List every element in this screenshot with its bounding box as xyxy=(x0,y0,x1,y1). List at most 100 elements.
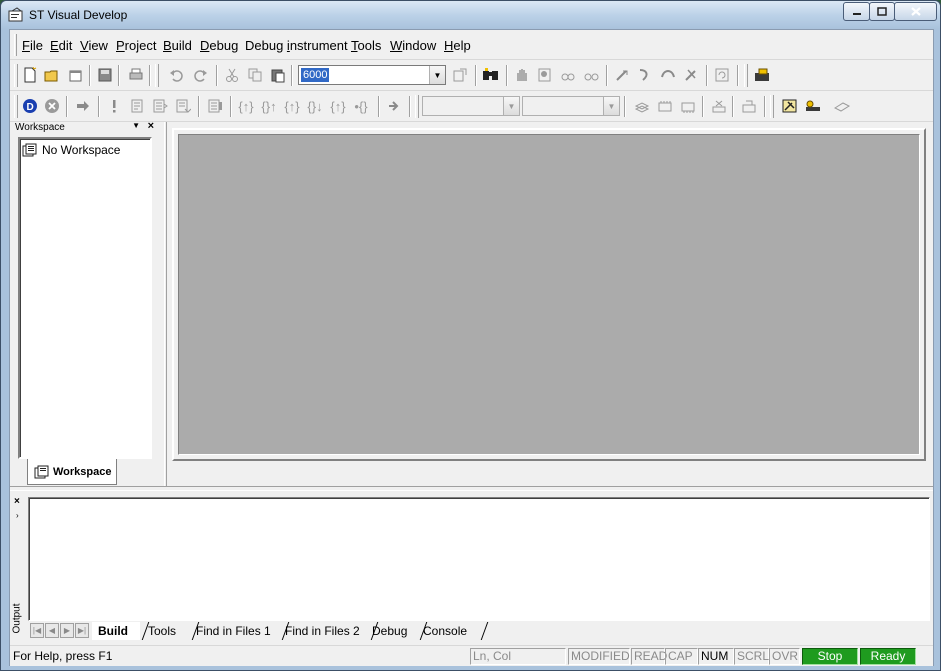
output-text-area[interactable] xyxy=(28,497,930,621)
mdi-client-area[interactable] xyxy=(178,134,920,455)
run-to-cursor-button[interactable] xyxy=(612,65,632,85)
workspace-tab[interactable]: Workspace xyxy=(27,459,117,485)
close-icon[interactable]: × xyxy=(148,120,154,132)
reset-button[interactable] xyxy=(127,96,147,116)
toolbar-grip[interactable] xyxy=(415,95,419,118)
menu-debug-instrument[interactable]: Debug instrument xyxy=(245,38,348,53)
stop-hand-button[interactable] xyxy=(512,65,532,85)
chevron-right-icon[interactable]: › xyxy=(16,511,19,520)
start-debug-button[interactable]: D xyxy=(20,96,40,116)
status-modified: MODIFIED xyxy=(568,648,630,665)
peripherals-button[interactable] xyxy=(678,96,698,116)
undo-button[interactable] xyxy=(167,65,187,85)
minimize-button[interactable] xyxy=(843,2,870,21)
open-file-button[interactable] xyxy=(42,65,62,85)
next-tab-button[interactable]: ▶ xyxy=(60,623,74,638)
run-button[interactable] xyxy=(73,96,93,116)
output-tab-find-in-files-2[interactable]: Find in Files 2 xyxy=(279,622,379,640)
workspace-tree[interactable]: No Workspace xyxy=(18,137,152,459)
memory-button[interactable] xyxy=(632,96,652,116)
menu-tools[interactable]: Tools xyxy=(351,38,381,53)
output-tab-tools[interactable]: Tools xyxy=(142,622,200,640)
new-file-button[interactable] xyxy=(20,65,40,85)
toolbar-grip[interactable] xyxy=(155,64,159,87)
stack-button[interactable] xyxy=(709,96,729,116)
refresh-button[interactable] xyxy=(712,65,732,85)
redo-button[interactable] xyxy=(190,65,210,85)
programmer-button[interactable] xyxy=(752,65,772,85)
vertical-splitter[interactable] xyxy=(164,122,167,487)
toolbar-grip[interactable] xyxy=(770,95,774,118)
hand-icon xyxy=(517,69,527,81)
target-combo[interactable]: 6000 ▼ xyxy=(298,65,446,85)
copy-button[interactable] xyxy=(245,65,265,85)
disassembly-button[interactable] xyxy=(205,96,225,116)
close-icon[interactable]: × xyxy=(14,496,20,507)
output-tab-build[interactable]: Build xyxy=(92,622,150,640)
print-button[interactable] xyxy=(126,65,146,85)
step-over-button[interactable] xyxy=(658,65,678,85)
toolbar-grip[interactable] xyxy=(744,64,748,87)
performance-button[interactable] xyxy=(803,96,823,116)
debug-combo-2[interactable]: ▼ xyxy=(522,96,620,116)
step-out-button[interactable] xyxy=(681,65,701,85)
show-next-statement-button[interactable] xyxy=(384,96,404,116)
find-button[interactable] xyxy=(481,65,501,85)
emulator-button[interactable] xyxy=(739,96,759,116)
output-tab-debug[interactable]: Debug xyxy=(366,622,428,640)
step-over-brace-button[interactable]: {}↑ xyxy=(259,96,279,116)
chevron-down-icon[interactable]: ▼ xyxy=(132,121,140,130)
run-to-brace-button[interactable]: {}↓ xyxy=(305,96,325,116)
title-bar[interactable]: ST Visual Develop xyxy=(1,1,940,29)
menu-view[interactable]: View xyxy=(80,38,108,53)
brace-block-button[interactable]: •{} xyxy=(351,96,371,116)
coverage-button[interactable] xyxy=(832,96,852,116)
maximize-button[interactable] xyxy=(869,2,895,21)
new-window-button[interactable] xyxy=(66,65,86,85)
menu-file[interactable]: File xyxy=(22,38,43,53)
last-tab-button[interactable]: ▶| xyxy=(75,623,89,638)
brace-step-icon: {↑} xyxy=(238,98,254,114)
close-button[interactable] xyxy=(894,2,937,21)
step-out-brace-button[interactable]: {↑} xyxy=(282,96,302,116)
chevron-down-icon[interactable]: ▼ xyxy=(603,97,619,115)
menubar-grip[interactable] xyxy=(14,34,17,56)
output-tab-bar: |◀ ◀ ▶ ▶| Build Tools Find in Files 1 Fi… xyxy=(28,621,930,641)
breakpoints-button[interactable] xyxy=(535,65,555,85)
horizontal-splitter[interactable] xyxy=(10,486,933,491)
menu-debug[interactable]: Debug xyxy=(200,38,238,53)
quickwatch-button[interactable] xyxy=(581,65,601,85)
prev-tab-button[interactable]: ◀ xyxy=(45,623,59,638)
debug-combo-1[interactable]: ▼ xyxy=(422,96,520,116)
menu-help[interactable]: Help xyxy=(444,38,471,53)
toolbar-grip[interactable] xyxy=(14,95,18,118)
stop-debug-button[interactable] xyxy=(42,96,62,116)
menu-build[interactable]: Build xyxy=(163,38,192,53)
cut-button[interactable] xyxy=(222,65,242,85)
chevron-down-icon[interactable]: ▼ xyxy=(503,97,519,115)
menu-edit[interactable]: Edit xyxy=(50,38,72,53)
paste-button[interactable] xyxy=(268,65,288,85)
break-button[interactable] xyxy=(104,96,124,116)
instruction-step-button[interactable]: {↑} xyxy=(328,96,348,116)
find-in-files-button[interactable] xyxy=(450,65,470,85)
toolbar-grip[interactable] xyxy=(14,64,18,87)
app-icon[interactable] xyxy=(8,7,24,23)
coverage-icon xyxy=(833,102,851,112)
memory-icon xyxy=(634,102,650,113)
first-tab-button[interactable]: |◀ xyxy=(30,623,44,638)
watch-button[interactable] xyxy=(558,65,578,85)
menu-window[interactable]: Window xyxy=(390,38,436,53)
step-source-button[interactable] xyxy=(150,96,170,116)
step-into-button[interactable] xyxy=(635,65,655,85)
output-tab-find-in-files-1[interactable]: Find in Files 1 xyxy=(190,622,290,640)
save-button[interactable] xyxy=(95,65,115,85)
step-into-brace-button[interactable]: {↑} xyxy=(236,96,256,116)
chevron-down-icon[interactable]: ▼ xyxy=(429,66,445,84)
step-asm-button[interactable] xyxy=(173,96,193,116)
tree-root-node[interactable]: No Workspace xyxy=(22,142,120,158)
trace-button[interactable] xyxy=(780,96,800,116)
menu-project[interactable]: Project xyxy=(116,38,156,53)
output-tab-console[interactable]: Console xyxy=(417,622,489,640)
registers-button[interactable] xyxy=(655,96,675,116)
